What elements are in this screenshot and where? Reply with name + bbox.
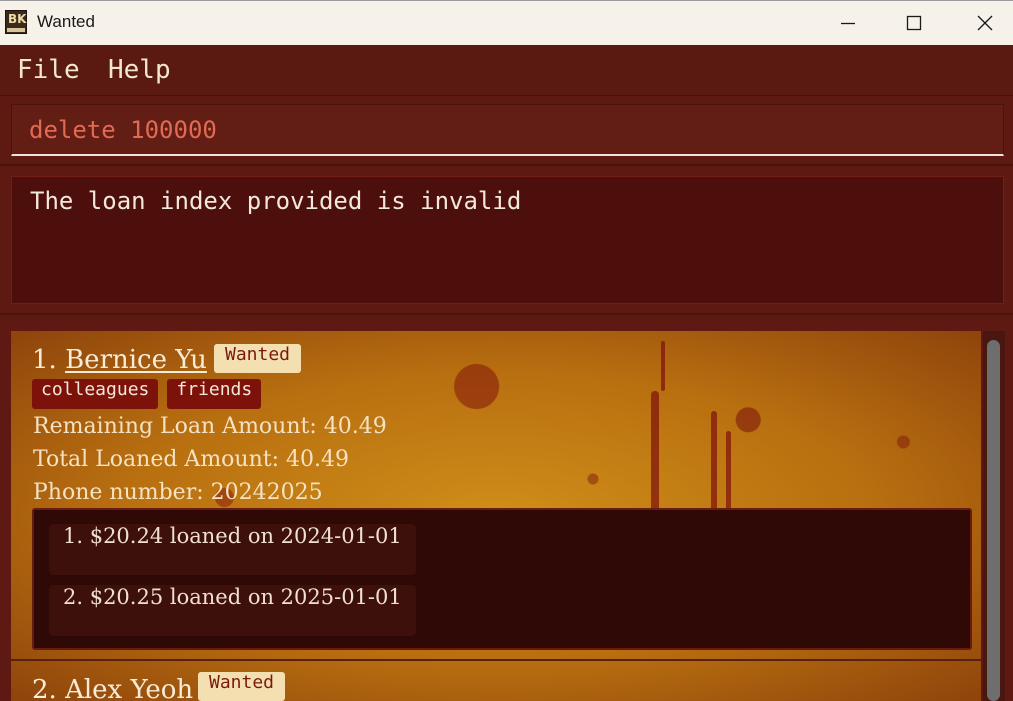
app-icon: BK [5,10,27,34]
tag-list: colleagues friends [32,379,270,409]
loan-list[interactable]: 1. $20.24 loaned on 2024-01-01 2. $20.25… [32,508,972,650]
maximize-button[interactable] [891,1,937,45]
maximize-icon [906,15,922,31]
person-name: 1. Bernice Yu [32,345,207,375]
loan-entry[interactable]: 2. $20.25 loaned on 2025-01-01 [49,585,416,636]
close-button[interactable] [962,1,1008,45]
result-display[interactable]: The loan index provided is invalid [11,176,1004,304]
minimize-button[interactable] [825,1,871,45]
person-card[interactable]: 1. Bernice Yu Wanted colleagues friends R… [11,331,981,661]
divider [0,313,1013,315]
remaining-loan-amount: Remaining Loan Amount: 40.49 [33,414,387,439]
command-box [11,104,1004,156]
app-icon-mark: BK [8,12,27,26]
result-message: The loan index provided is invalid [30,187,522,215]
tag-friends: friends [167,379,262,409]
person-card[interactable]: 2. Alex Yeoh Wanted [11,661,981,701]
loan-entry[interactable]: 1. $20.24 loaned on 2024-01-01 [49,524,416,575]
window-title: Wanted [37,12,95,31]
phone-number: Phone number: 20242025 [33,480,323,505]
wanted-badge: Wanted [214,344,302,373]
menu-bar: File Help [0,45,1013,96]
title-bar: BK Wanted [0,0,1013,45]
list-scrollbar[interactable] [983,331,1005,701]
total-loaned-amount: Total Loaned Amount: 40.49 [33,447,349,472]
person-list[interactable]: 1. Bernice Yu Wanted colleagues friends R… [11,331,981,701]
menu-file[interactable]: File [17,55,80,85]
person-name: 2. Alex Yeoh [32,675,194,701]
divider [0,164,1013,166]
minimize-icon [841,22,855,25]
wanted-badge: Wanted [198,672,286,701]
command-input[interactable] [12,105,1003,154]
tag-colleagues: colleagues [32,379,159,409]
close-icon [977,15,993,31]
scrollbar-thumb[interactable] [987,340,1000,701]
menu-help[interactable]: Help [108,55,171,85]
